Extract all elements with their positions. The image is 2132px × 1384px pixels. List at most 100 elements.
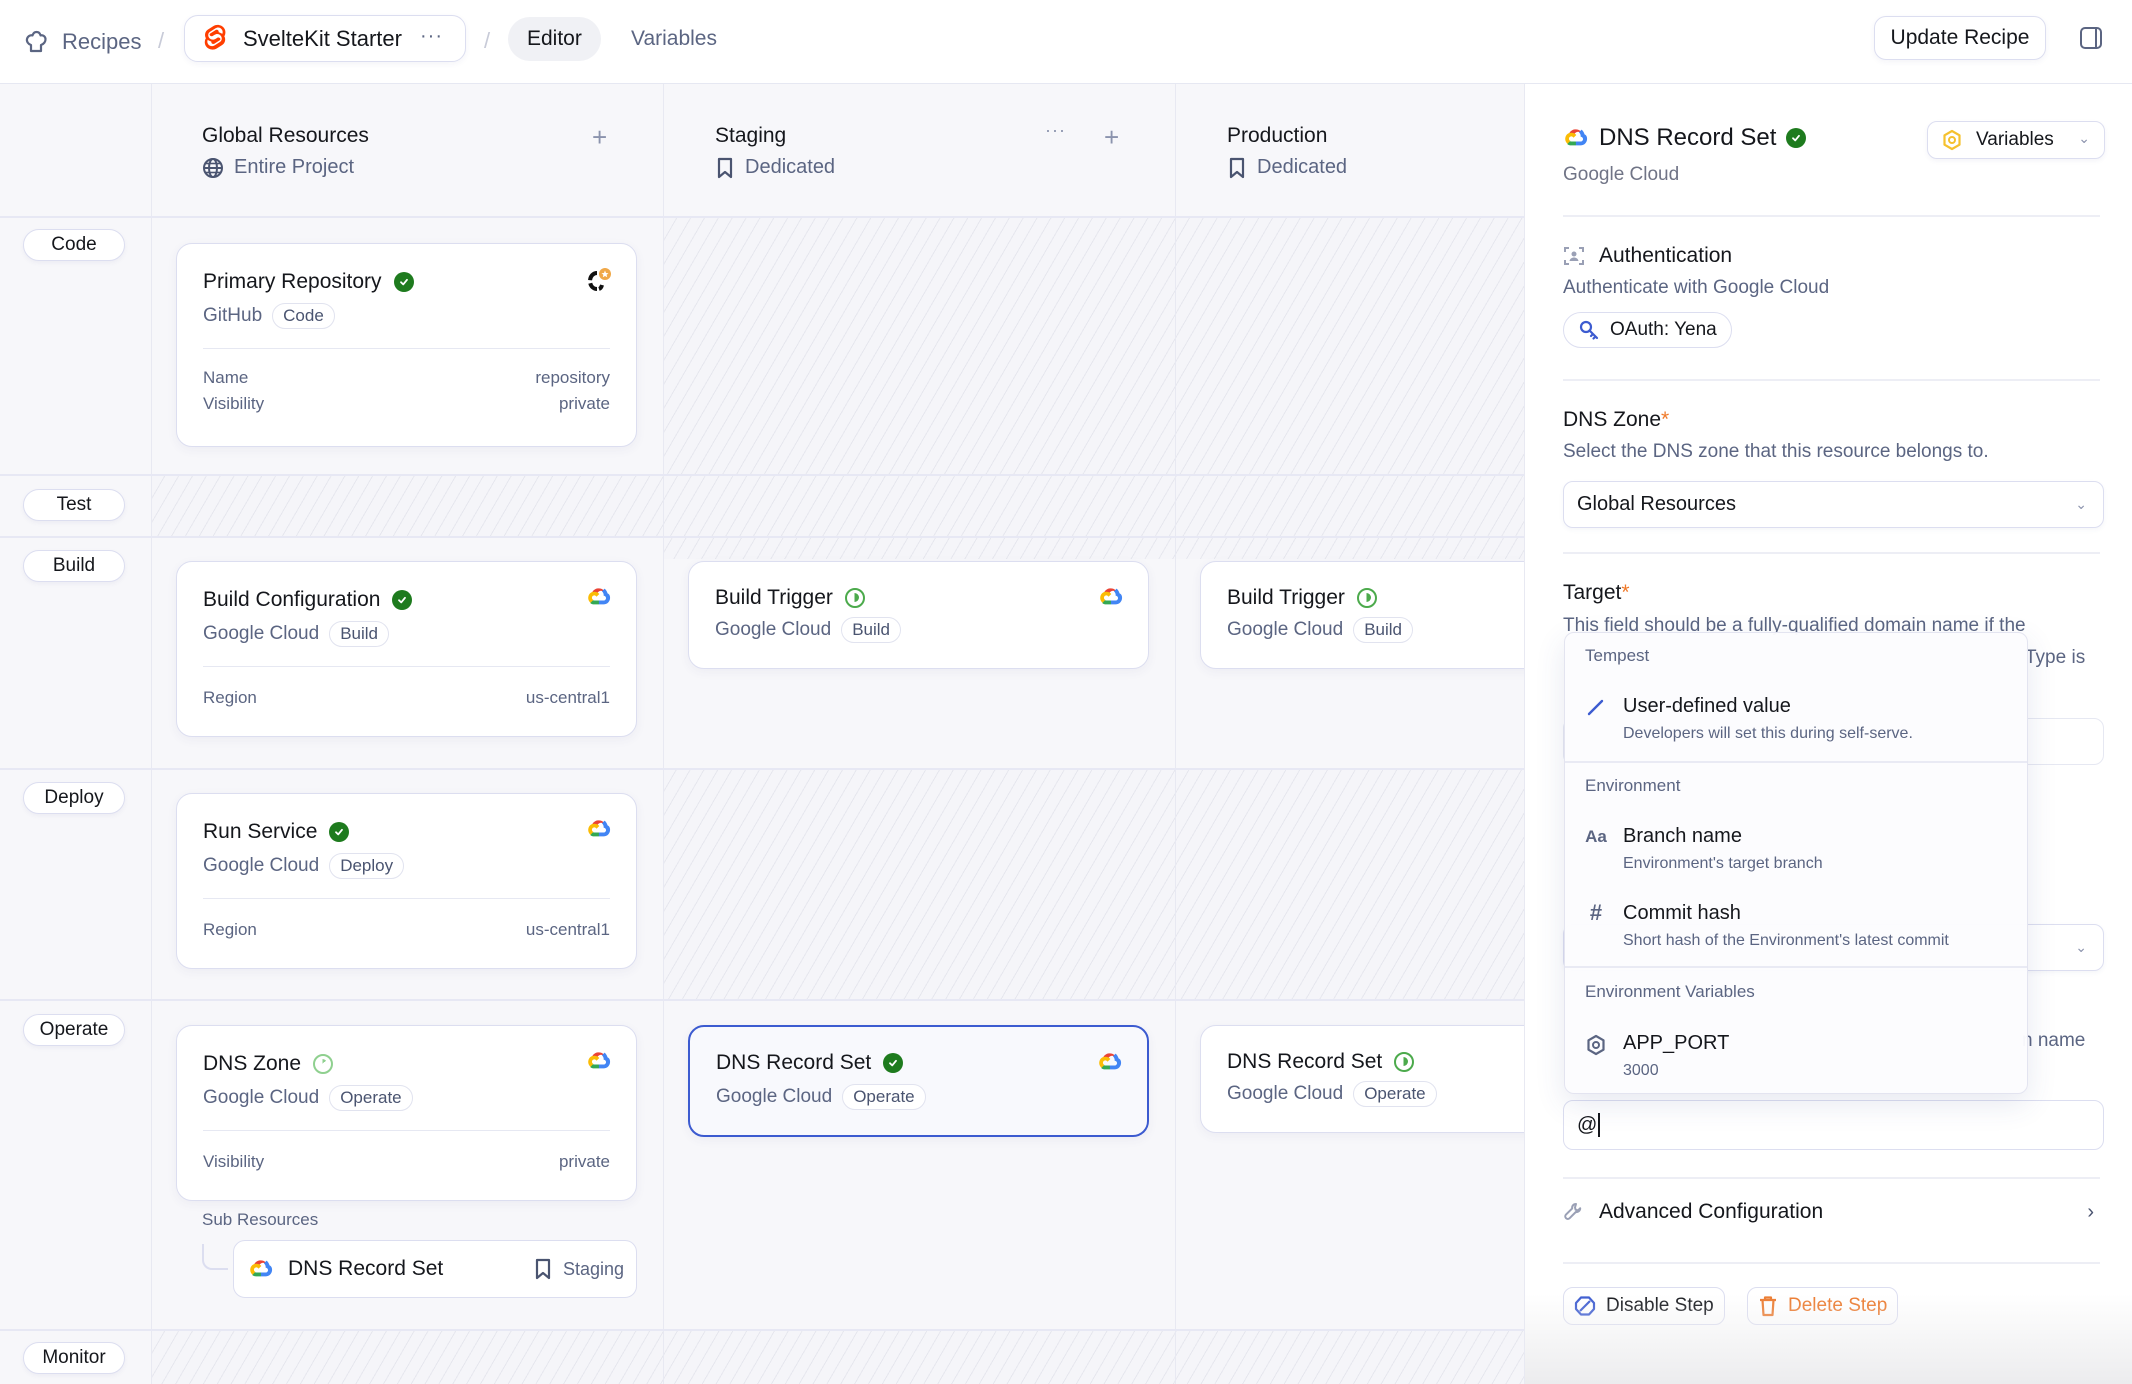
add-resource-button[interactable]: +	[1104, 122, 1119, 153]
row-label-test[interactable]: Test	[23, 489, 125, 521]
column-subtitle: Dedicated	[1257, 156, 1348, 178]
oauth-credential-chip[interactable]: OAuth: Yena	[1563, 312, 1732, 348]
wrench-icon	[1564, 1203, 1582, 1220]
column-header-staging: Staging Dedicated	[715, 124, 835, 179]
breadcrumb-recipes[interactable]: Recipes	[24, 0, 141, 84]
chevron-down-icon: ⌄	[2075, 496, 2087, 512]
project-selector[interactable]: SvelteKit Starter ···	[184, 15, 466, 62]
variables-dropdown-button[interactable]: Variables ⌄	[1927, 121, 2105, 159]
property-value: repository	[535, 368, 610, 387]
menu-item-app-port[interactable]: APP_PORT 3000	[1565, 1024, 2027, 1088]
card-provider: GitHub	[203, 305, 263, 326]
add-resource-button[interactable]: +	[592, 122, 607, 153]
bookmark-icon	[715, 157, 735, 179]
resource-card-build-trigger-production[interactable]: Build Trigger Google Cloud Build	[1200, 561, 1524, 669]
resource-card-primary-repository[interactable]: Primary Repository GitHub Code Name repo…	[176, 243, 637, 447]
menu-item-commit-hash[interactable]: # Commit hash Short hash of the Environm…	[1565, 894, 2027, 958]
grid-divider	[151, 84, 152, 1384]
target-label: Target*	[1563, 581, 1630, 604]
status-done-icon	[883, 1053, 904, 1073]
dns-zone-select[interactable]: Global Resources ⌄	[1563, 481, 2104, 528]
resource-card-build-configuration[interactable]: Build Configuration Google Cloud Build R…	[176, 561, 637, 737]
advanced-configuration-toggle[interactable]: Advanced Configuration ›	[1563, 1192, 2100, 1232]
resource-card-run-service[interactable]: Run Service Google Cloud Deploy Region u…	[176, 793, 637, 969]
update-recipe-button[interactable]: Update Recipe	[1874, 16, 2046, 60]
card-stage-tag: Operate	[329, 1085, 413, 1111]
grid-divider	[0, 474, 1524, 476]
menu-item-subtitle: 3000	[1623, 1062, 1659, 1079]
sub-resource-dns-record-set[interactable]: DNS Record Set Staging	[233, 1240, 637, 1298]
chef-hat-icon	[25, 30, 47, 53]
menu-item-branch-name[interactable]: Aa Branch name Environment's target bran…	[1565, 817, 2027, 881]
resource-card-build-trigger-staging[interactable]: Build Trigger Google Cloud Build	[688, 561, 1149, 669]
user-scan-icon	[1564, 247, 1584, 265]
card-stage-tag: Build	[329, 621, 390, 647]
oauth-credential-label: OAuth: Yena	[1610, 319, 1717, 340]
section-divider	[1563, 1177, 2100, 1179]
hash-icon: #	[1589, 900, 1603, 925]
field-description-partial: n name	[2022, 1030, 2086, 1051]
grid-divider	[1175, 84, 1176, 1384]
resource-card-dns-zone[interactable]: DNS Zone Google Cloud Operate Visibility…	[176, 1025, 637, 1201]
project-more-button[interactable]: ···	[420, 25, 443, 48]
github-icon	[587, 268, 611, 291]
card-provider: Google Cloud	[715, 619, 832, 640]
card-title: Primary Repository	[203, 270, 382, 293]
tab-variables[interactable]: Variables	[612, 17, 736, 61]
card-provider: Google Cloud	[203, 623, 320, 644]
column-more-button[interactable]: ···	[1045, 120, 1066, 141]
status-done-icon	[393, 272, 414, 292]
grid-divider	[0, 768, 1524, 770]
sub-resources-label: Sub Resources	[202, 1210, 319, 1229]
menu-item-title: Commit hash	[1623, 902, 1741, 924]
row-label-code[interactable]: Code	[23, 229, 125, 261]
property-label: Visibility	[203, 1152, 265, 1171]
menu-group-label: Environment Variables	[1585, 982, 1755, 1001]
menu-divider	[1565, 966, 2027, 968]
sub-resource-connector	[202, 1244, 228, 1270]
menu-item-title: Branch name	[1623, 825, 1742, 847]
panel-provider: Google Cloud	[1563, 164, 1680, 185]
status-in-progress-icon	[844, 588, 865, 608]
menu-item-subtitle: Short hash of the Environment's latest c…	[1623, 932, 1949, 949]
panel-title: DNS Record Set	[1599, 124, 1777, 151]
card-provider: Google Cloud	[203, 1087, 320, 1108]
card-provider: Google Cloud	[1227, 1083, 1344, 1104]
menu-item-subtitle: Developers will set this during self-ser…	[1623, 725, 1913, 742]
menu-group-label: Environment	[1585, 776, 1681, 795]
toggle-sidebar-icon[interactable]	[2080, 27, 2102, 49]
resource-card-dns-record-set-staging[interactable]: DNS Record Set Google Cloud Operate	[688, 1025, 1149, 1137]
column-title: Production	[1227, 124, 1328, 147]
grid-divider	[0, 536, 1524, 538]
menu-divider	[1565, 761, 2027, 763]
empty-cell	[152, 475, 1524, 537]
card-title: Build Trigger	[1227, 586, 1345, 609]
row-label-operate[interactable]: Operate	[23, 1014, 125, 1046]
key-icon	[1579, 320, 1599, 340]
row-label-monitor[interactable]: Monitor	[23, 1342, 125, 1374]
breadcrumb-recipes-label: Recipes	[62, 29, 142, 54]
grid-divider	[0, 999, 1524, 1001]
pencil-icon	[1585, 697, 1607, 722]
card-title: DNS Record Set	[716, 1051, 872, 1074]
target-description-partial: Type is	[2025, 647, 2086, 668]
tab-editor[interactable]: Editor	[508, 17, 601, 61]
column-header-global: Global Resources Entire Project	[202, 124, 369, 179]
menu-item-user-defined-value[interactable]: User-defined value Developers will set t…	[1565, 687, 2027, 751]
section-divider	[1563, 552, 2100, 554]
chevron-right-icon: ›	[2087, 1200, 2094, 1223]
google-cloud-icon	[586, 586, 612, 608]
property-label: Region	[203, 920, 257, 939]
row-label-build[interactable]: Build	[23, 550, 125, 582]
property-value: us-central1	[525, 688, 610, 707]
card-provider: Google Cloud	[716, 1086, 833, 1107]
card-divider	[203, 1130, 610, 1131]
target-value-input[interactable]: @	[1563, 1100, 2104, 1150]
property-label: Visibility	[203, 394, 265, 413]
status-in-progress-icon	[1356, 588, 1377, 608]
row-label-deploy[interactable]: Deploy	[23, 782, 125, 814]
resource-card-dns-record-set-production[interactable]: DNS Record Set Google Cloud Operate	[1200, 1025, 1524, 1133]
empty-cell	[664, 768, 1524, 1000]
card-provider: Google Cloud	[203, 855, 320, 876]
card-property: Visibility private	[203, 1152, 610, 1172]
